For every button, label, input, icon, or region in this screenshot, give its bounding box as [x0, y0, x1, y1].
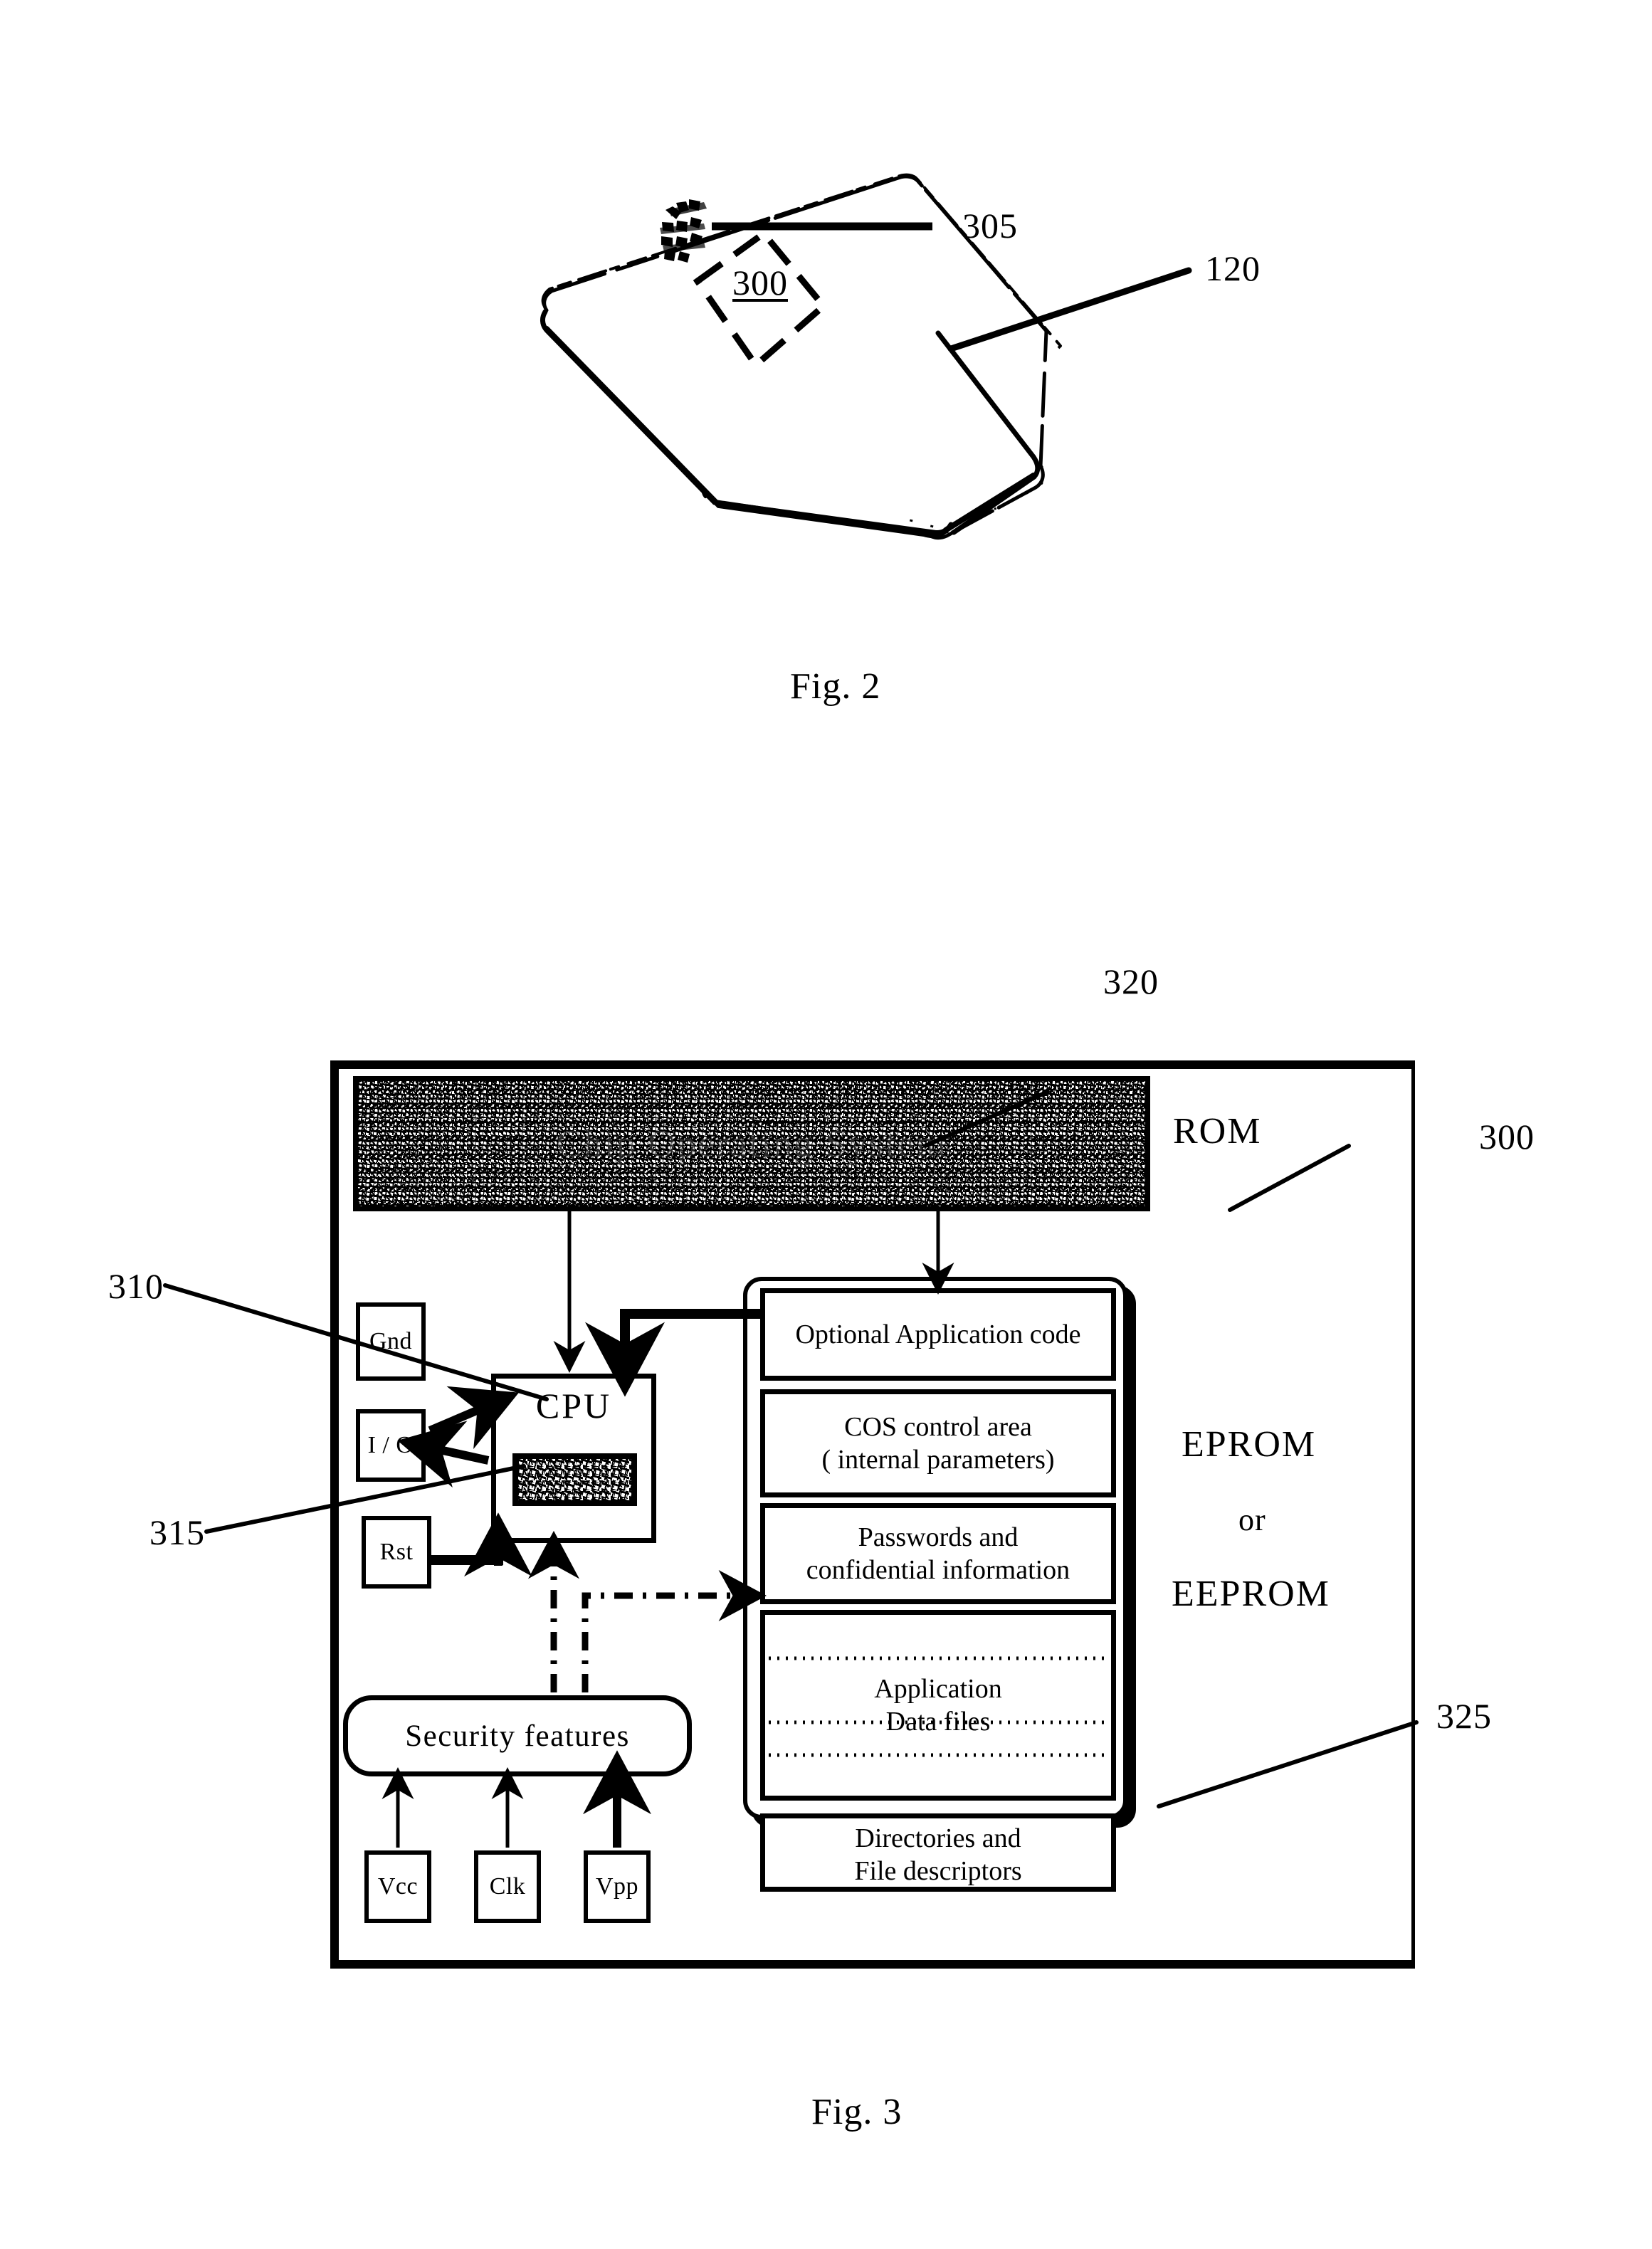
ref-325: 325	[1436, 1696, 1492, 1736]
pin-label: Vpp	[595, 1873, 639, 1900]
pin-label: Vcc	[377, 1873, 419, 1900]
eprom-or-label: or	[1238, 1502, 1266, 1537]
mem-cell-label-line2: File descriptors	[854, 1856, 1022, 1886]
contact-pad	[660, 199, 932, 263]
pin-clk: Clk	[474, 1850, 541, 1923]
mem-cell-directories-file-descriptors: Directories and File descriptors	[760, 1813, 1116, 1892]
eprom-side-label: EPROM	[1182, 1424, 1317, 1465]
cpu-ram-block	[512, 1453, 637, 1506]
security-features-block: Security features	[343, 1695, 692, 1776]
ref-120: 120	[1205, 248, 1261, 288]
pin-io: I / O	[356, 1409, 426, 1482]
ref-300-fig3: 300	[1479, 1117, 1535, 1157]
fig3-caption: Fig. 3	[811, 2092, 903, 2132]
pin-rst: Rst	[362, 1516, 431, 1589]
eeprom-side-label: EEPROM	[1172, 1574, 1330, 1614]
ref-300-fig2: 300	[732, 263, 788, 302]
pin-label: Rst	[379, 1538, 414, 1565]
rom-side-label: ROM	[1173, 1111, 1262, 1152]
ref-315: 315	[149, 1512, 205, 1552]
mem-cell-passwords-confidential: Passwords and confidential information	[760, 1503, 1116, 1604]
mem-cell-label-line1: Application	[874, 1673, 1002, 1704]
mem-cell-label: Optional Application code	[795, 1319, 1081, 1349]
pin-vcc: Vcc	[364, 1850, 431, 1923]
fig2-caption: Fig. 2	[790, 666, 881, 707]
leader-120	[947, 267, 1192, 352]
mem-cell-label-line1: Passwords and	[858, 1522, 1019, 1552]
patent-drawing-page: 305 300 120 Fig. 2 Chip Operating System…	[0, 0, 1652, 2249]
ref-320: 320	[1103, 962, 1159, 1001]
rom-chip-operating-system: Chip Operating System	[353, 1076, 1150, 1211]
security-features-label: Security features	[405, 1719, 630, 1753]
mem-cell-label-line1: COS control area	[844, 1411, 1032, 1442]
pin-label: Clk	[489, 1873, 526, 1900]
mem-cell-application-data-files: Application Data files	[760, 1610, 1116, 1801]
rom-banner-label: Chip Operating System	[556, 1122, 947, 1165]
ref-305: 305	[962, 206, 1018, 246]
pin-label: Gnd	[369, 1327, 413, 1354]
mem-cell-cos-control-area: COS control area ( internal parameters)	[760, 1389, 1116, 1497]
ref-310: 310	[108, 1266, 164, 1306]
mem-cell-label-line1: Directories and	[855, 1823, 1021, 1853]
mem-cell-label-line2: confidential information	[806, 1555, 1070, 1585]
mem-cell-label-line2: Data files	[885, 1707, 991, 1737]
mem-cell-optional-application-code: Optional Application code	[760, 1288, 1116, 1381]
pin-label: I / O	[367, 1431, 414, 1458]
cpu-label: CPU	[535, 1386, 612, 1426]
pin-vpp: Vpp	[584, 1850, 651, 1923]
pin-gnd: Gnd	[356, 1302, 426, 1381]
mem-cell-label-line2: ( internal parameters)	[821, 1445, 1055, 1475]
